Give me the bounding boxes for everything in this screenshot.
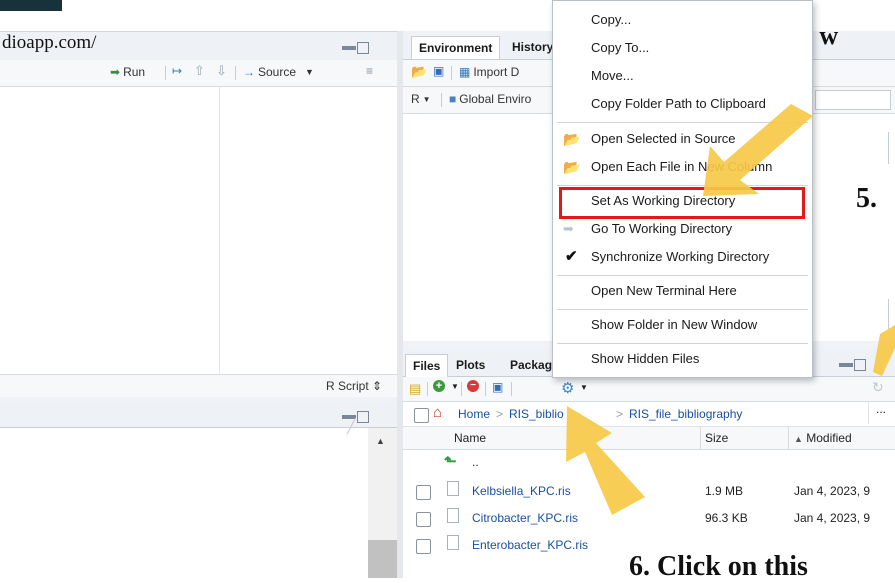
arrow-right-edge <box>873 325 895 376</box>
arrow-to-menu-item <box>703 104 813 196</box>
arrow-to-gear <box>566 406 645 515</box>
annotation-arrows <box>566 104 895 515</box>
